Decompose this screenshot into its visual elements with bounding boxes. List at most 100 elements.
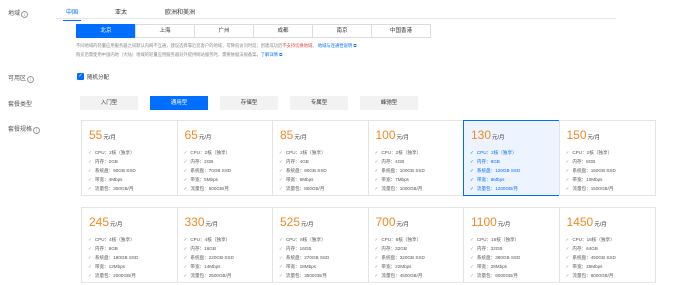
plan-card[interactable]: 700元/月 ✓ CPU：8核（独享） ✓ 内存：32GB ✓ 系统盘：320GB SSD ✓… xyxy=(367,207,465,283)
check-icon: ✓ xyxy=(374,255,379,260)
tab-asia-pacific[interactable]: 亚太 xyxy=(115,7,127,16)
spec-cpu: ✓ CPU：4核（独享） xyxy=(88,237,135,242)
check-icon: ✓ xyxy=(183,177,188,182)
plan-specs: ✓ CPU：8核（独享） ✓ 内存：16GB ✓ 系统盘：270GB SSD ✓ 带宽：18M… xyxy=(279,235,329,280)
plan-specs: ✓ CPU：2核（独享） ✓ 内存：4GB ✓ 系统盘：100GB SSD ✓ 带宽：7Mbp… xyxy=(375,148,425,193)
plan-specs: ✓ CPU：2核（独享） ✓ 内存：8GB ✓ 系统盘：150GB SSD ✓ 带宽：10Mb… xyxy=(566,148,616,193)
plan-card[interactable]: 150元/月 ✓ CPU：2核（独享） ✓ 内存：8GB ✓ 系统盘：150GB SSD ✓ 带… xyxy=(558,120,656,196)
check-icon: ✓ xyxy=(470,237,474,242)
type-fengchi[interactable]: 蜂驰型 xyxy=(360,96,418,110)
spec-traffic: ✓ 流量包：2500GB/月 xyxy=(183,273,232,278)
spec-traffic: ✓ 流量包：1500GB/月 xyxy=(565,186,614,191)
spec-disk: ✓ 系统盘：180GB SSD xyxy=(88,255,139,260)
spec-cpu: ✓ CPU：2核（独享） xyxy=(88,150,135,155)
random-zone-checkbox[interactable]: ✓ xyxy=(77,73,84,80)
type-general[interactable]: 通用型 xyxy=(150,96,208,110)
tab-china[interactable]: 中国 xyxy=(62,7,82,21)
plan-price: 1450元/月 xyxy=(566,215,607,229)
info-icon[interactable]: i xyxy=(33,127,41,134)
check-icon: ✓ xyxy=(470,246,474,251)
spec-traffic: ✓ 流量包：3500GB/月 xyxy=(279,273,327,278)
check-icon: ✓ xyxy=(88,168,92,173)
type-entry[interactable]: 入门型 xyxy=(80,96,138,110)
spec-mem: ✓ 内存：32GB xyxy=(470,246,503,251)
external-link-icon[interactable]: ⧉ xyxy=(278,52,282,57)
plan-card[interactable]: 55元/月 ✓ CPU：2核（独享） ✓ 内存：2GB ✓ 系统盘：60GB SSD ✓ 带宽：… xyxy=(81,120,178,196)
check-icon: ✓ xyxy=(565,237,570,242)
zone-label: 可用区 i xyxy=(8,73,35,83)
plan-specs: ✓ CPU：2核（独享） ✓ 内存：2GB ✓ 系统盘：60GB SSD ✓ 带宽：4Mbps… xyxy=(88,148,136,193)
plan-price: 330元/月 xyxy=(184,215,219,229)
check-icon: ✓ xyxy=(183,246,188,251)
check-icon: ✓ xyxy=(88,273,92,278)
plan-card[interactable]: 65元/月 ✓ CPU：2核（独享） ✓ 内存：2GB ✓ 系统盘：70GB SSD ✓ 带宽：… xyxy=(176,120,274,196)
price-unit: 元/月 xyxy=(497,222,511,228)
plan-card[interactable]: 1450元/月 ✓ CPU：16核（独享） ✓ 内存：64GB ✓ 系统盘：450GB SS… xyxy=(558,207,656,283)
check-icon: ✓ xyxy=(374,237,379,242)
check-icon: ✓ xyxy=(374,150,379,155)
connectivity-link[interactable]: 地域与连通性说明 xyxy=(318,43,352,48)
city-selector: 北京 上海 广州 成都 南京 中国香港 xyxy=(76,24,431,38)
city-shanghai[interactable]: 上海 xyxy=(135,24,195,38)
package-type-selector: 入门型 通用型 存储型 专属型 蜂驰型 xyxy=(80,96,430,110)
spec-bw: ✓ 带宽：4Mbps xyxy=(88,177,123,182)
city-hongkong[interactable]: 中国香港 xyxy=(371,24,431,38)
spec-bw: ✓ 带宽：10Mbps xyxy=(565,177,603,182)
tab-europe-americas[interactable]: 欧洲和美洲 xyxy=(165,7,195,16)
spec-traffic: ✓ 流量包：4500GB/月 xyxy=(374,273,423,278)
type-storage[interactable]: 存储型 xyxy=(220,96,278,110)
spec-traffic: ✓ 流量包：1000GB/月 xyxy=(374,186,423,191)
spec-cpu: ✓ CPU：2核（独享） xyxy=(470,150,517,155)
external-link-icon[interactable]: ⧉ xyxy=(352,43,356,48)
spec-disk: ✓ 系统盘：100GB SSD xyxy=(374,168,425,173)
plan-card[interactable]: 330元/月 ✓ CPU：4核（独享） ✓ 内存：16GB ✓ 系统盘：220GB SSD ✓… xyxy=(176,207,274,283)
plan-card[interactable]: 525元/月 ✓ CPU：8核（独享） ✓ 内存：16GB ✓ 系统盘：270GB SSD ✓… xyxy=(272,207,369,283)
check-icon: ✓ xyxy=(279,159,283,164)
plan-card[interactable]: 1100元/月 ✓ CPU：16核（独享） ✓ 内存：32GB ✓ 系统盘：380GB SS… xyxy=(463,207,560,283)
check-icon: ✓ xyxy=(470,177,474,182)
check-icon: ✓ xyxy=(565,177,570,182)
check-icon: ✓ xyxy=(565,159,570,164)
check-icon: ✓ xyxy=(470,150,474,155)
check-icon: ✓ xyxy=(88,255,92,260)
spec-disk: ✓ 系统盘：80GB SSD xyxy=(279,168,327,173)
city-guangzhou[interactable]: 广州 xyxy=(194,24,254,38)
info-icon[interactable]: i xyxy=(27,76,35,83)
plan-specs: ✓ CPU：2核（独享） ✓ 内存：4GB ✓ 系统盘：80GB SSD ✓ 带宽：6Mbps… xyxy=(279,148,327,193)
check-icon: ✓ xyxy=(88,237,92,242)
check-icon: ✓ xyxy=(470,264,474,269)
check-icon: ✓ xyxy=(88,246,92,251)
check-icon: ✓ xyxy=(183,159,188,164)
city-chengdu[interactable]: 成都 xyxy=(253,24,313,38)
price-unit: 元/月 xyxy=(594,222,607,228)
package-type-label: 套餐类型 xyxy=(8,102,33,108)
city-beijing[interactable]: 北京 xyxy=(76,24,136,38)
plan-price: 85元/月 xyxy=(280,128,307,142)
spec-mem: ✓ 内存：16GB xyxy=(279,246,312,251)
spec-bw: ✓ 带宽：12Mbps xyxy=(88,264,125,269)
spec-mem: ✓ 内存：2GB xyxy=(88,159,118,164)
info-icon[interactable]: i xyxy=(21,11,29,18)
price-unit: 元/月 xyxy=(205,222,219,228)
plan-card[interactable]: 100元/月 ✓ CPU：2核（独享） ✓ 内存：4GB ✓ 系统盘：100GB SSD ✓ 带… xyxy=(367,120,465,196)
plan-price: 130元/月 xyxy=(471,128,505,142)
check-icon: ✓ xyxy=(374,186,379,191)
region-warning: 不支持切换地域 xyxy=(282,43,313,48)
random-zone-label[interactable]: 随机分配 xyxy=(87,73,109,81)
check-icon: ✓ xyxy=(565,255,570,260)
check-icon: ✓ xyxy=(374,168,379,173)
spec-bw: ✓ 带宽：8Mbps xyxy=(470,177,505,182)
price-unit: 元/月 xyxy=(396,222,410,228)
check-icon: ✓ xyxy=(374,264,379,269)
check-icon: ✓ xyxy=(374,246,379,251)
plan-card[interactable]: 85元/月 ✓ CPU：2核（独享） ✓ 内存：4GB ✓ 系统盘：80GB SSD ✓ 带宽：… xyxy=(272,120,369,196)
city-nanjing[interactable]: 南京 xyxy=(312,24,372,38)
learn-more-link[interactable]: 了解详情 xyxy=(261,52,278,57)
plan-card[interactable]: 245元/月 ✓ CPU：4核（独享） ✓ 内存：8GB ✓ 系统盘：180GB SSD ✓ 带… xyxy=(81,207,178,283)
spec-mem: ✓ 内存：16GB xyxy=(183,246,216,251)
type-dedicated[interactable]: 专属型 xyxy=(290,96,348,110)
plan-card[interactable]: 130元/月 ✓ CPU：2核（独享） ✓ 内存：8GB ✓ 系统盘：120GB SSD ✓ 带… xyxy=(463,120,560,196)
check-icon: ✓ xyxy=(374,177,379,182)
price-unit: 元/月 xyxy=(587,135,601,141)
plan-specs: ✓ CPU：4核（独享） ✓ 内存：8GB ✓ 系统盘：180GB SSD ✓ 带宽：12Mb… xyxy=(88,235,138,280)
